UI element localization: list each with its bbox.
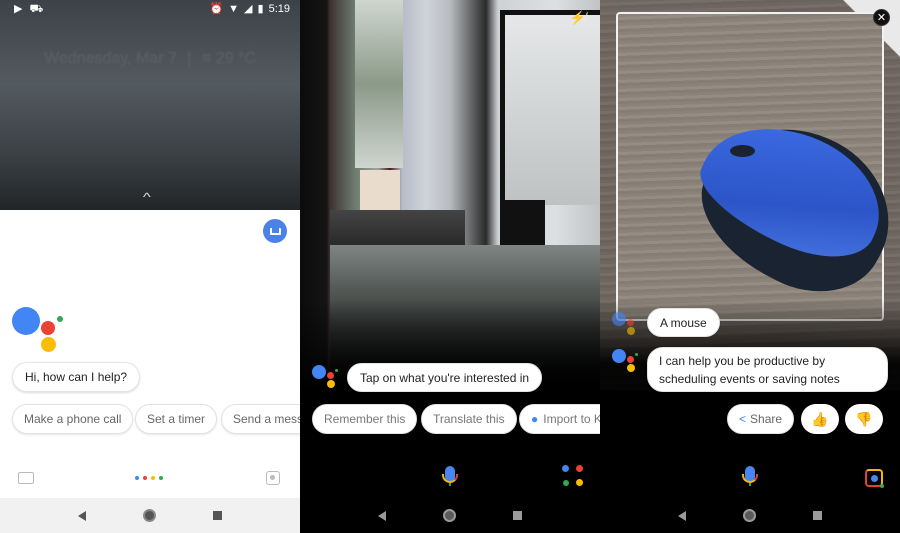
thumbs-down-icon: 👎 <box>855 410 873 427</box>
assistant-reply-text: I can help you be productive by scheduli… <box>659 353 840 386</box>
keyboard-icon <box>269 227 281 235</box>
chip-label: Set a timer <box>147 412 206 426</box>
logo-dot-red <box>627 356 634 363</box>
car-notification-icon: ⛟ <box>29 3 44 15</box>
dot-green <box>159 476 163 480</box>
lens-result-screen: ✕ A mouse I can help you be productive b… <box>600 0 900 533</box>
recents-icon[interactable] <box>812 511 822 520</box>
battery-icon: ▮ <box>257 3 264 15</box>
mouse-wheel <box>730 145 755 157</box>
keep-bulb-icon: ● <box>531 412 539 426</box>
assistant-logo <box>312 365 342 395</box>
window-lower <box>360 170 400 215</box>
share-label: Share <box>750 412 783 426</box>
logo-dot-yellow <box>41 337 56 352</box>
home-icon[interactable] <box>142 509 156 522</box>
assistant-reply-bubble: I can help you be productive by scheduli… <box>647 347 888 392</box>
keyboard-icon[interactable] <box>18 472 34 484</box>
separator: | <box>187 50 192 67</box>
logo-dot-blue <box>12 307 40 335</box>
chip-label: Send a mess <box>233 412 300 426</box>
suggestion-chip-message[interactable]: Send a mess <box>221 404 300 434</box>
suggestion-chip-timer[interactable]: Set a timer <box>135 404 218 434</box>
chip-label: Translate this <box>433 412 505 426</box>
share-icon: < <box>739 412 747 426</box>
logo-dot-red <box>41 321 55 335</box>
temperature: 29 °C <box>215 50 256 67</box>
date-weather: Wednesday, Mar 7 | ≡ 29 °C <box>0 50 300 68</box>
flash-off-icon[interactable]: ⚡̸ <box>570 10 586 26</box>
lens-icon[interactable] <box>865 469 884 488</box>
share-button[interactable]: < Share <box>727 404 795 434</box>
chevron-up-icon[interactable]: ^ <box>143 190 151 204</box>
logo-dot-yellow <box>627 364 635 372</box>
logo-dot-green <box>635 353 638 356</box>
lens-icon[interactable] <box>266 471 280 485</box>
selection-crop-box[interactable] <box>616 12 900 321</box>
assistant-logo-faded <box>612 312 642 342</box>
chip-label: Remember this <box>324 412 406 426</box>
thumbs-up-button[interactable]: 👍 <box>801 404 839 434</box>
greeting-text: Hi, how can I help? <box>25 370 128 384</box>
logo-dot-yellow <box>327 380 335 388</box>
play-store-notification-icon: ▶ <box>14 3 23 15</box>
prompt-text: Tap on what you're interested in <box>360 370 530 385</box>
suggestion-chip-import-keep[interactable]: ● Import to K <box>519 404 600 434</box>
chip-label: Make a phone call <box>24 412 122 426</box>
mic-icon[interactable] <box>441 466 459 488</box>
wifi-icon: ▼ <box>228 3 240 15</box>
office-partition <box>500 10 600 205</box>
logo-dot-green <box>57 316 63 322</box>
keyboard-toggle-button[interactable] <box>263 219 287 243</box>
date-label: Wednesday, Mar 7 <box>44 50 177 67</box>
signal-icon: ◢ <box>244 3 253 15</box>
back-icon[interactable] <box>78 510 87 521</box>
dot-blue <box>135 476 139 480</box>
lockscreen-area: ▶ ⛟ ⏰ ▼ ◢ ▮ 5:19 Wednesday, Mar 7 | ≡ 29… <box>0 0 300 210</box>
back-icon[interactable] <box>678 510 687 521</box>
thumbs-up-icon: 👍 <box>811 410 829 427</box>
chip-label: Import to K <box>543 412 600 426</box>
assistant-logo <box>612 349 642 379</box>
assistant-home-screen: ▶ ⛟ ⏰ ▼ ◢ ▮ 5:19 Wednesday, Mar 7 | ≡ 29… <box>0 0 300 533</box>
lens-camera-screen: ⚡̸ Tap on what you're interested in Reme… <box>300 0 600 533</box>
status-bar: ▶ ⛟ ⏰ ▼ ◢ ▮ 5:19 <box>0 0 300 18</box>
haze-icon: ≡ <box>201 50 212 67</box>
assistant-greeting-bubble: Hi, how can I help? <box>12 362 141 392</box>
logo-dot-blue <box>312 365 326 379</box>
navigation-bar <box>0 498 300 533</box>
navigation-bar <box>300 498 600 533</box>
google-apps-dots-icon[interactable] <box>562 465 584 487</box>
navigation-bar <box>600 498 900 533</box>
suggestion-chip-translate[interactable]: Translate this <box>421 404 517 434</box>
recents-icon[interactable] <box>212 511 222 520</box>
assistant-logo <box>10 307 70 357</box>
detected-label: A mouse <box>660 315 707 330</box>
logo-dot-blue <box>612 349 626 363</box>
thumbs-down-button[interactable]: 👎 <box>845 404 883 434</box>
home-icon[interactable] <box>742 509 756 522</box>
recents-icon[interactable] <box>512 511 522 520</box>
alarm-icon: ⏰ <box>209 3 224 15</box>
suggestion-chip-phone-call[interactable]: Make a phone call <box>12 404 134 434</box>
home-icon[interactable] <box>442 509 456 522</box>
assistant-dots[interactable] <box>135 476 163 480</box>
suggestion-chip-remember[interactable]: Remember this <box>312 404 418 434</box>
detected-label-bubble: A mouse <box>647 308 720 337</box>
logo-dot-red <box>327 372 334 379</box>
dot-yellow <box>151 476 155 480</box>
mic-icon[interactable] <box>741 466 759 488</box>
logo-dot-green <box>335 369 338 372</box>
window <box>355 0 403 168</box>
clock: 5:19 <box>268 3 290 15</box>
close-icon[interactable]: ✕ <box>873 9 890 26</box>
back-icon[interactable] <box>378 510 387 521</box>
prompt-bubble: Tap on what you're interested in <box>347 363 543 392</box>
dot-red <box>143 476 147 480</box>
